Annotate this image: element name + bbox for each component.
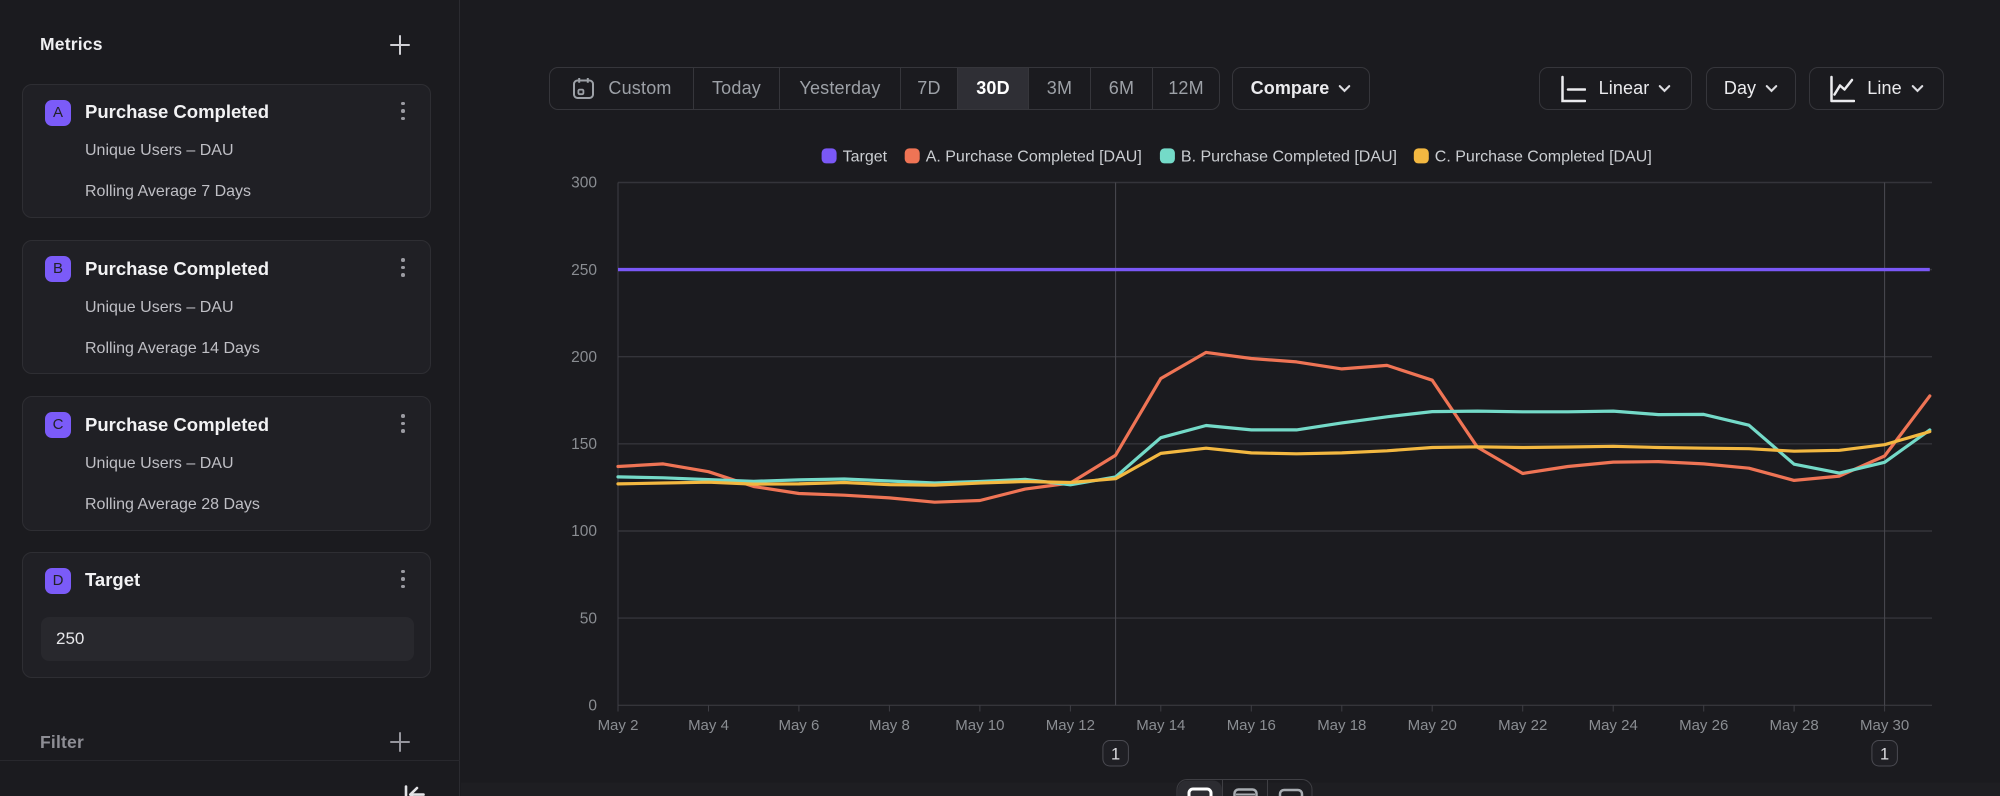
svg-text:250: 250 xyxy=(571,262,597,279)
svg-text:May 18: May 18 xyxy=(1317,717,1366,734)
svg-text:50: 50 xyxy=(580,610,598,627)
svg-text:B. Purchase Completed [DAU]: B. Purchase Completed [DAU] xyxy=(1181,148,1397,165)
svg-text:May 8: May 8 xyxy=(869,717,910,734)
svg-text:May 22: May 22 xyxy=(1498,717,1547,734)
svg-text:300: 300 xyxy=(571,175,597,192)
svg-text:100: 100 xyxy=(571,523,597,540)
svg-text:May 6: May 6 xyxy=(778,717,819,734)
svg-text:1: 1 xyxy=(1880,745,1889,763)
svg-text:May 24: May 24 xyxy=(1589,717,1638,734)
svg-text:A. Purchase Completed [DAU]: A. Purchase Completed [DAU] xyxy=(926,148,1142,165)
svg-text:Target: Target xyxy=(843,148,888,165)
svg-text:May 30: May 30 xyxy=(1860,717,1909,734)
svg-text:May 14: May 14 xyxy=(1136,717,1185,734)
svg-text:0: 0 xyxy=(588,697,597,714)
svg-text:May 4: May 4 xyxy=(688,717,729,734)
svg-text:1: 1 xyxy=(1111,745,1120,763)
svg-text:150: 150 xyxy=(571,436,597,453)
svg-text:May 26: May 26 xyxy=(1679,717,1728,734)
svg-text:May 12: May 12 xyxy=(1046,717,1095,734)
svg-text:May 2: May 2 xyxy=(598,717,639,734)
svg-text:200: 200 xyxy=(571,349,597,366)
svg-text:May 16: May 16 xyxy=(1227,717,1276,734)
svg-text:May 20: May 20 xyxy=(1408,717,1457,734)
svg-text:C. Purchase Completed [DAU]: C. Purchase Completed [DAU] xyxy=(1435,148,1652,165)
svg-text:May 10: May 10 xyxy=(955,717,1004,734)
svg-text:May 28: May 28 xyxy=(1769,717,1818,734)
